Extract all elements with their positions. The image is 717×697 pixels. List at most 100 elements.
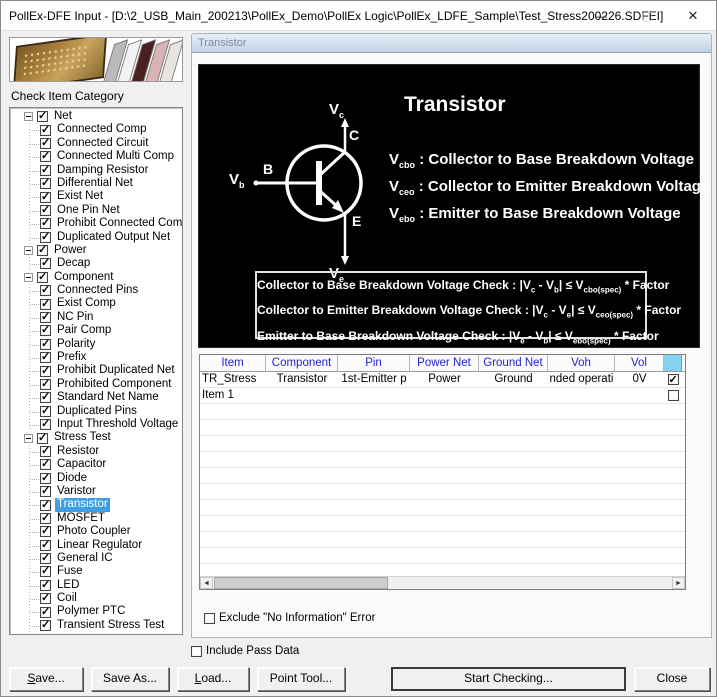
table-row[interactable] [200, 404, 685, 420]
checkbox-icon[interactable] [40, 150, 51, 164]
tree-item-net[interactable]: Net [12, 110, 182, 124]
tree-item-exist-comp[interactable]: Exist Comp [12, 297, 182, 311]
checkbox-icon[interactable] [40, 351, 51, 365]
table-cell-check[interactable] [664, 388, 682, 403]
tree-item-connected-comp[interactable]: Connected Comp [12, 123, 182, 137]
checkbox-icon[interactable] [40, 311, 51, 324]
scroll-left-icon[interactable]: ◄ [200, 577, 213, 589]
grid-header-row[interactable]: Item Component Pin Power Net Ground Net Voh Vo… [200, 355, 685, 372]
checkbox-icon[interactable] [37, 110, 48, 124]
checkbox-icon[interactable] [40, 204, 51, 217]
tree-item-prohibit-duplicated-net[interactable]: Prohibit Duplicated Net [12, 364, 182, 378]
checkbox-icon[interactable] [40, 579, 51, 592]
load-button[interactable]: Load... [177, 667, 249, 691]
checkbox-icon[interactable] [40, 284, 51, 298]
checkbox-icon[interactable] [40, 565, 51, 579]
column-header-power-net[interactable]: Power Net [410, 355, 479, 371]
minimize-icon[interactable]: — [578, 1, 624, 31]
stress-items-grid[interactable]: Item Component Pin Power Net Ground Net Voh Vo… [199, 354, 686, 590]
column-header-ground-net[interactable]: Ground Net [479, 355, 548, 371]
tree-item-decap[interactable]: Decap [12, 257, 182, 271]
table-cell-check[interactable] [664, 452, 682, 467]
save-button[interactable]: Save... [9, 667, 83, 691]
save-as-button[interactable]: Save As... [91, 667, 169, 691]
tree-item-stress-test[interactable]: Stress Test [12, 431, 182, 445]
checkbox-icon[interactable] [40, 485, 51, 499]
checkbox-icon[interactable] [40, 137, 51, 150]
tree-item-input-threshold-voltage[interactable]: Input Threshold Voltage [12, 418, 182, 432]
checkbox-icon[interactable] [40, 378, 51, 391]
check-item-tree[interactable]: NetConnected CompConnected CircuitConnec… [9, 107, 183, 635]
tree-item-polarity[interactable]: Polarity [12, 338, 182, 351]
tree-item-exist-net[interactable]: Exist Net [12, 190, 182, 204]
checkbox-icon[interactable] [40, 592, 51, 606]
checkbox-icon[interactable] [37, 244, 48, 257]
tree-item-photo-coupler[interactable]: Photo Coupler [12, 525, 182, 539]
checkbox-icon[interactable] [37, 271, 48, 284]
tree-item-standard-net-name[interactable]: Standard Net Name [12, 391, 182, 405]
checkbox-icon[interactable] [40, 191, 51, 204]
checkbox-icon[interactable] [204, 612, 215, 624]
start-checking-button[interactable]: Start Checking... [391, 667, 626, 691]
tree-item-nc-pin[interactable]: NC Pin [12, 311, 182, 324]
row-checkbox-icon[interactable] [667, 390, 679, 401]
checkbox-icon[interactable] [40, 552, 51, 565]
tree-item-connected-circuit[interactable]: Connected Circuit [12, 137, 182, 150]
tree-item-general-ic[interactable]: General IC [12, 552, 182, 565]
column-header-component[interactable]: Component [266, 355, 338, 371]
expand-collapse-icon[interactable] [24, 246, 33, 256]
checkbox-icon[interactable] [40, 499, 51, 512]
table-row[interactable] [200, 420, 685, 436]
tree-item-capacitor[interactable]: Capacitor [12, 458, 182, 472]
expand-collapse-icon[interactable] [24, 272, 33, 282]
tree-item-duplicated-pins[interactable]: Duplicated Pins [12, 405, 182, 418]
tree-item-transient-stress-test[interactable]: Transient Stress Test [12, 619, 182, 632]
tree-item-resistor[interactable]: Resistor [12, 445, 182, 458]
checkbox-icon[interactable] [40, 418, 51, 432]
table-cell-check[interactable] [664, 516, 682, 531]
checkbox-icon[interactable] [40, 338, 51, 351]
checkbox-icon[interactable] [40, 525, 51, 539]
title-bar[interactable]: PollEx-DFE Input - [D:\2_USB_Main_200213… [1, 1, 716, 31]
tree-item-polymer-ptc[interactable]: Polymer PTC [12, 605, 182, 619]
tree-item-prohibited-component[interactable]: Prohibited Component [12, 378, 182, 391]
checkbox-icon[interactable] [40, 298, 51, 311]
checkbox-icon[interactable] [40, 472, 51, 485]
table-row[interactable] [200, 484, 685, 500]
column-header-item[interactable]: Item [200, 355, 266, 371]
checkbox-icon[interactable] [40, 619, 51, 632]
tree-item-duplicated-output-net[interactable]: Duplicated Output Net [12, 231, 182, 244]
tree-item-diode[interactable]: Diode [12, 472, 182, 485]
checkbox-icon[interactable] [40, 539, 51, 552]
checkbox-icon[interactable] [40, 391, 51, 405]
table-cell-check[interactable] [664, 404, 682, 419]
expand-collapse-icon[interactable] [24, 433, 33, 443]
checkbox-icon[interactable] [40, 231, 51, 244]
table-row[interactable] [200, 500, 685, 516]
column-header-voh[interactable]: Voh [548, 355, 615, 371]
table-row[interactable] [200, 548, 685, 564]
checkbox-icon[interactable] [40, 445, 51, 458]
checkbox-icon[interactable] [40, 177, 51, 191]
row-checkbox-icon[interactable] [667, 373, 679, 386]
grid-body[interactable]: TR_Stress Transistor 1st-Emitter p Power Gro… [200, 372, 685, 580]
column-header-pin[interactable]: Pin [338, 355, 410, 371]
tree-item-varistor[interactable]: Varistor [12, 485, 182, 499]
tree-item-pair-comp[interactable]: Pair Comp [12, 324, 182, 338]
scroll-right-icon[interactable]: ► [672, 577, 685, 589]
tree-item-prefix[interactable]: Prefix [12, 351, 182, 365]
checkbox-icon[interactable] [40, 405, 51, 418]
tree-item-component[interactable]: Component [12, 271, 182, 284]
checkbox-icon[interactable] [191, 645, 202, 657]
tree-item-mosfet[interactable]: MOSFET [12, 512, 182, 525]
tree-item-coil[interactable]: Coil [12, 592, 182, 606]
table-cell-check[interactable] [664, 548, 682, 563]
exclude-no-information-checkbox[interactable]: Exclude "No Information" Error [204, 612, 375, 624]
tree-item-connected-multi-comp[interactable]: Connected Multi Comp [12, 150, 182, 164]
checkbox-icon[interactable] [40, 257, 51, 271]
checkbox-icon[interactable] [40, 512, 51, 525]
checkbox-icon[interactable] [40, 324, 51, 338]
point-tool-button[interactable]: Point Tool... [257, 667, 345, 691]
table-cell-check[interactable] [664, 484, 682, 499]
table-cell-check[interactable] [664, 532, 682, 547]
